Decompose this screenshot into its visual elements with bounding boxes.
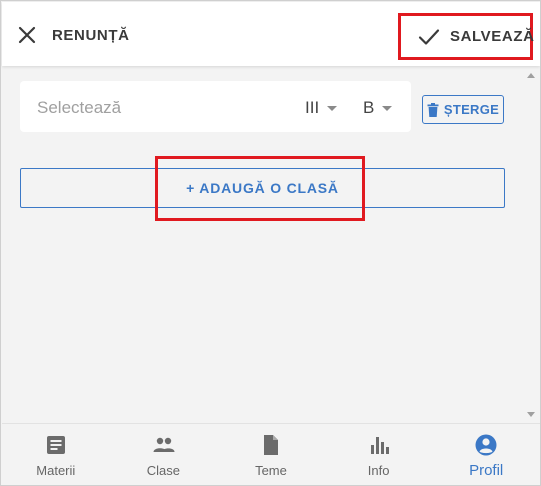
- nav-item-profil[interactable]: Profil: [432, 424, 540, 485]
- add-class-label: + ADAUGĂ O CLASĂ: [186, 180, 339, 196]
- class-select[interactable]: Selectează: [37, 98, 121, 118]
- delete-button[interactable]: ȘTERGE: [422, 95, 504, 124]
- people-icon: [152, 434, 175, 456]
- scroll-up-icon[interactable]: [527, 73, 535, 78]
- scrollbar[interactable]: [523, 67, 539, 423]
- save-label: SALVEAZĂ: [450, 28, 535, 45]
- bar-chart-icon: [368, 434, 390, 456]
- save-button[interactable]: SALVEAZĂ: [398, 13, 535, 60]
- letter-value: B: [363, 98, 375, 117]
- cancel-label: RENUNȚĂ: [52, 26, 130, 44]
- nav-label: Profil: [469, 462, 504, 479]
- check-icon: [417, 25, 441, 49]
- nav-item-teme[interactable]: Teme: [217, 424, 325, 485]
- document-icon: [260, 434, 282, 456]
- letter-dropdown[interactable]: B: [363, 97, 393, 119]
- scroll-down-icon[interactable]: [527, 412, 535, 417]
- cancel-button[interactable]: RENUNȚĂ: [16, 18, 130, 52]
- nav-item-clase[interactable]: Clase: [110, 424, 218, 485]
- book-icon: [45, 434, 67, 456]
- nav-label: Clase: [146, 463, 181, 478]
- nav-item-materii[interactable]: Materii: [2, 424, 110, 485]
- grade-dropdown[interactable]: III: [305, 97, 338, 119]
- trash-icon: [427, 102, 439, 117]
- bottom-navigation: Materii Clase Teme Info Profil: [2, 423, 540, 485]
- account-circle-icon: [475, 434, 497, 456]
- top-app-bar: RENUNȚĂ SALVEAZĂ: [2, 2, 540, 66]
- app-window: RENUNȚĂ SALVEAZĂ Selectează III B ȘTERGE…: [0, 0, 541, 486]
- grade-value: III: [305, 98, 320, 117]
- chevron-down-icon: [382, 105, 393, 111]
- class-row-card: Selectează III B: [20, 81, 411, 132]
- nav-label: Teme: [255, 463, 287, 478]
- nav-label: Info: [367, 463, 390, 478]
- close-icon: [16, 24, 38, 46]
- add-class-button[interactable]: + ADAUGĂ O CLASĂ: [20, 168, 505, 208]
- nav-item-info[interactable]: Info: [325, 424, 433, 485]
- nav-label: Materii: [36, 463, 76, 478]
- delete-label: ȘTERGE: [443, 102, 500, 117]
- chevron-down-icon: [327, 105, 338, 111]
